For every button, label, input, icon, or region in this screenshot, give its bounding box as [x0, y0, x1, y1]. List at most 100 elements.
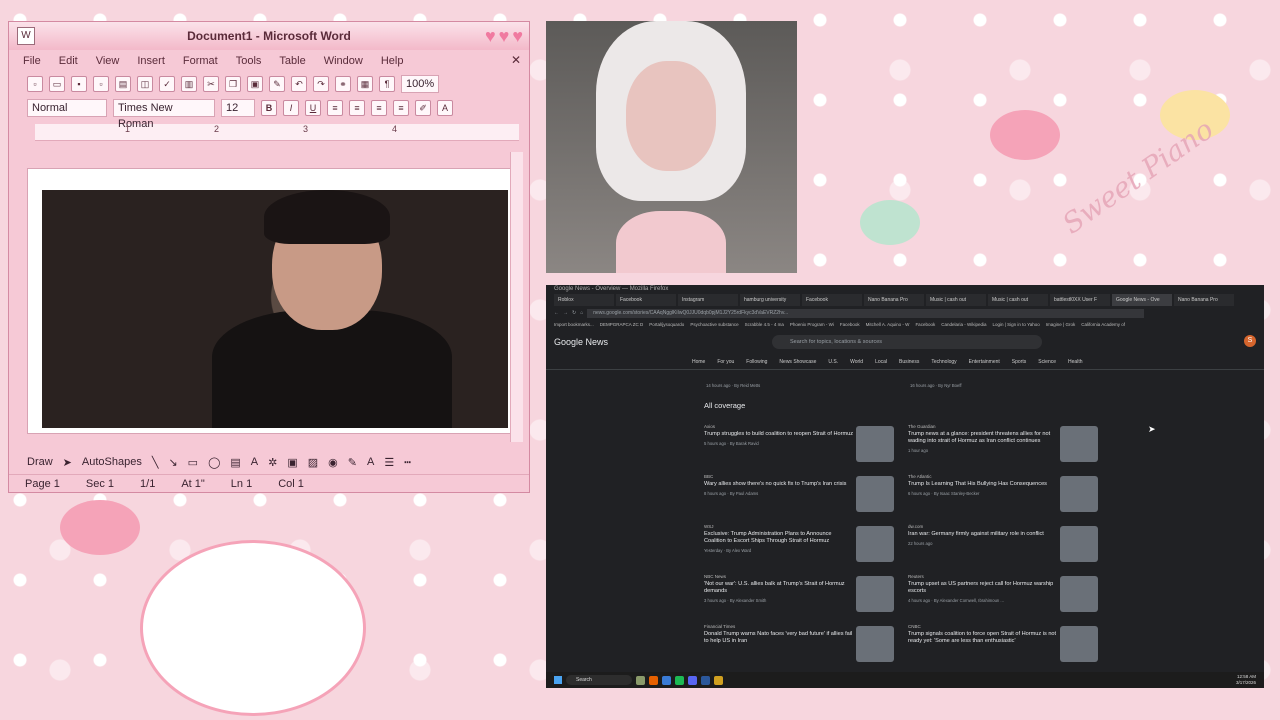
- spotify-icon[interactable]: [675, 675, 684, 685]
- bookmark[interactable]: Imagine | Grok: [1046, 322, 1075, 327]
- hyperlink-icon[interactable]: ⚭: [335, 76, 351, 92]
- menu-edit[interactable]: Edit: [59, 55, 78, 67]
- tables-icon[interactable]: ▦: [357, 76, 373, 92]
- line-style-icon[interactable]: ☰: [384, 456, 394, 469]
- folder-icon[interactable]: [714, 675, 723, 685]
- topic-for-you[interactable]: For you: [717, 359, 734, 365]
- menu-view[interactable]: View: [96, 55, 120, 67]
- minimize-heart-icon[interactable]: ♥: [485, 26, 496, 46]
- bookmark[interactable]: California Academy of: [1081, 322, 1125, 327]
- taskbar-search[interactable]: Search: [566, 675, 632, 685]
- article-card[interactable]: The Guardian Trump news at a glance: pres…: [902, 424, 1106, 474]
- arrow-icon[interactable]: ↘: [168, 456, 177, 469]
- home-icon[interactable]: ⌂: [580, 310, 583, 316]
- oval-icon[interactable]: ◯: [208, 456, 220, 469]
- research-icon[interactable]: ▥: [181, 76, 197, 92]
- dash-style-icon[interactable]: ┅: [404, 456, 411, 469]
- bookmark[interactable]: Phoenix Program - Wi: [790, 322, 834, 327]
- bookmark[interactable]: Portal/jysoquardo: [649, 322, 684, 327]
- article-headline[interactable]: Trump struggles to build coalition to re…: [704, 431, 854, 438]
- bookmark[interactable]: Scrabble 4.5 - 4 ma: [745, 322, 784, 327]
- browser-tab[interactable]: Nano Banana Pro: [864, 294, 924, 306]
- browser-tab[interactable]: Music | cash out: [926, 294, 986, 306]
- italic-icon[interactable]: I: [283, 100, 299, 116]
- article-card[interactable]: dw.com Iran war: Germany firmly against m…: [902, 524, 1106, 574]
- browser-tab[interactable]: Facebook: [616, 294, 676, 306]
- bookmark[interactable]: Facebook: [915, 322, 935, 327]
- format-painter-icon[interactable]: ✎: [269, 76, 285, 92]
- firefox-icon[interactable]: [649, 675, 658, 685]
- article-card[interactable]: WSJ Exclusive: Trump Administration Plans…: [698, 524, 902, 574]
- zoom-select[interactable]: 100%: [401, 75, 440, 93]
- topic-sports[interactable]: Sports: [1012, 359, 1026, 365]
- browser-tab[interactable]: hamburg university: [740, 294, 800, 306]
- paste-icon[interactable]: ▣: [247, 76, 263, 92]
- article-headline[interactable]: 'Not our war': U.S. allies balk at Trump…: [704, 581, 854, 595]
- article-thumbnail[interactable]: [1060, 476, 1098, 512]
- wordart-icon[interactable]: A: [251, 456, 258, 468]
- bookmark[interactable]: Login | Sign in to Yahoo: [992, 322, 1039, 327]
- show-hide-icon[interactable]: ¶: [379, 76, 395, 92]
- topic-us[interactable]: U.S.: [828, 359, 838, 365]
- font-size-select[interactable]: 12: [221, 99, 255, 117]
- diagram-icon[interactable]: ✲: [268, 456, 277, 469]
- save-icon[interactable]: ▪: [71, 76, 87, 92]
- align-right-icon[interactable]: ≡: [371, 100, 387, 116]
- article-thumbnail[interactable]: [1060, 426, 1098, 462]
- close-document-icon[interactable]: ✕: [511, 53, 521, 67]
- google-news-logo[interactable]: Google News: [554, 337, 608, 347]
- forward-icon[interactable]: →: [563, 310, 568, 316]
- menu-file[interactable]: File: [23, 55, 41, 67]
- news-search-input[interactable]: Search for topics, locations & sources: [772, 335, 1042, 349]
- topic-local[interactable]: Local: [875, 359, 887, 365]
- line-icon[interactable]: ╲: [152, 456, 159, 469]
- topic-world[interactable]: World: [850, 359, 863, 365]
- browser-tab[interactable]: Roblox: [554, 294, 614, 306]
- browser-tab[interactable]: battlestl0XX User F: [1050, 294, 1110, 306]
- article-card[interactable]: NBC News 'Not our war': U.S. allies balk …: [698, 574, 902, 624]
- account-avatar[interactable]: S: [1244, 335, 1256, 347]
- menu-table[interactable]: Table: [279, 55, 305, 67]
- browser-tab[interactable]: Music | cash out: [988, 294, 1048, 306]
- browser-tab[interactable]: Nano Banana Pro: [1174, 294, 1234, 306]
- url-bar[interactable]: news.google.com/stories/CAAqNgglKiIwQ0JJ…: [587, 308, 1144, 318]
- clip-art-icon[interactable]: ▣: [287, 456, 297, 469]
- picture-icon[interactable]: ▨: [308, 456, 318, 469]
- maximize-heart-icon[interactable]: ♥: [499, 26, 510, 46]
- article-thumbnail[interactable]: [856, 426, 894, 462]
- article-card[interactable]: CNBC Trump signals coalition to force ope…: [902, 624, 1106, 674]
- underline-icon[interactable]: U: [305, 100, 321, 116]
- bookmark[interactable]: Psychoactive substance: [690, 322, 738, 327]
- word-titlebar[interactable]: W Document1 - Microsoft Word ♥ ♥ ♥: [9, 22, 529, 50]
- print-icon[interactable]: ▤: [115, 76, 131, 92]
- redo-icon[interactable]: ↷: [313, 76, 329, 92]
- article-headline[interactable]: Trump signals coalition to force open St…: [908, 631, 1058, 645]
- rectangle-icon[interactable]: ▭: [188, 456, 198, 469]
- article-card[interactable]: Axios Trump struggles to build coalition …: [698, 424, 902, 474]
- topic-health[interactable]: Health: [1068, 359, 1082, 365]
- align-left-icon[interactable]: ≡: [327, 100, 343, 116]
- browser-tab-active[interactable]: Google News - Ove: [1112, 294, 1172, 306]
- article-thumbnail[interactable]: [1060, 626, 1098, 662]
- back-icon[interactable]: ←: [554, 310, 559, 316]
- style-select[interactable]: Normal: [27, 99, 107, 117]
- bookmark[interactable]: Import bookmarks...: [554, 322, 594, 327]
- word-taskbar-icon[interactable]: [701, 675, 710, 685]
- article-thumbnail[interactable]: [856, 626, 894, 662]
- article-thumbnail[interactable]: [856, 476, 894, 512]
- justify-icon[interactable]: ≡: [393, 100, 409, 116]
- topic-following[interactable]: Following: [746, 359, 767, 365]
- copy-icon[interactable]: ❐: [225, 76, 241, 92]
- bookmark[interactable]: Candelaria - Wikipedia: [941, 322, 986, 327]
- font-color-icon[interactable]: A: [437, 100, 453, 116]
- print-preview-icon[interactable]: ◫: [137, 76, 153, 92]
- browser-tab[interactable]: Facebook: [802, 294, 862, 306]
- align-center-icon[interactable]: ≡: [349, 100, 365, 116]
- article-thumbnail[interactable]: [1060, 576, 1098, 612]
- menu-window[interactable]: Window: [324, 55, 363, 67]
- topic-business[interactable]: Business: [899, 359, 919, 365]
- line-color-icon[interactable]: ✎: [348, 456, 357, 469]
- article-headline[interactable]: Wary allies show there's no quick fix to…: [704, 481, 854, 488]
- article-headline[interactable]: Trump news at a glance: president threat…: [908, 431, 1058, 445]
- draw-menu[interactable]: Draw: [27, 456, 53, 468]
